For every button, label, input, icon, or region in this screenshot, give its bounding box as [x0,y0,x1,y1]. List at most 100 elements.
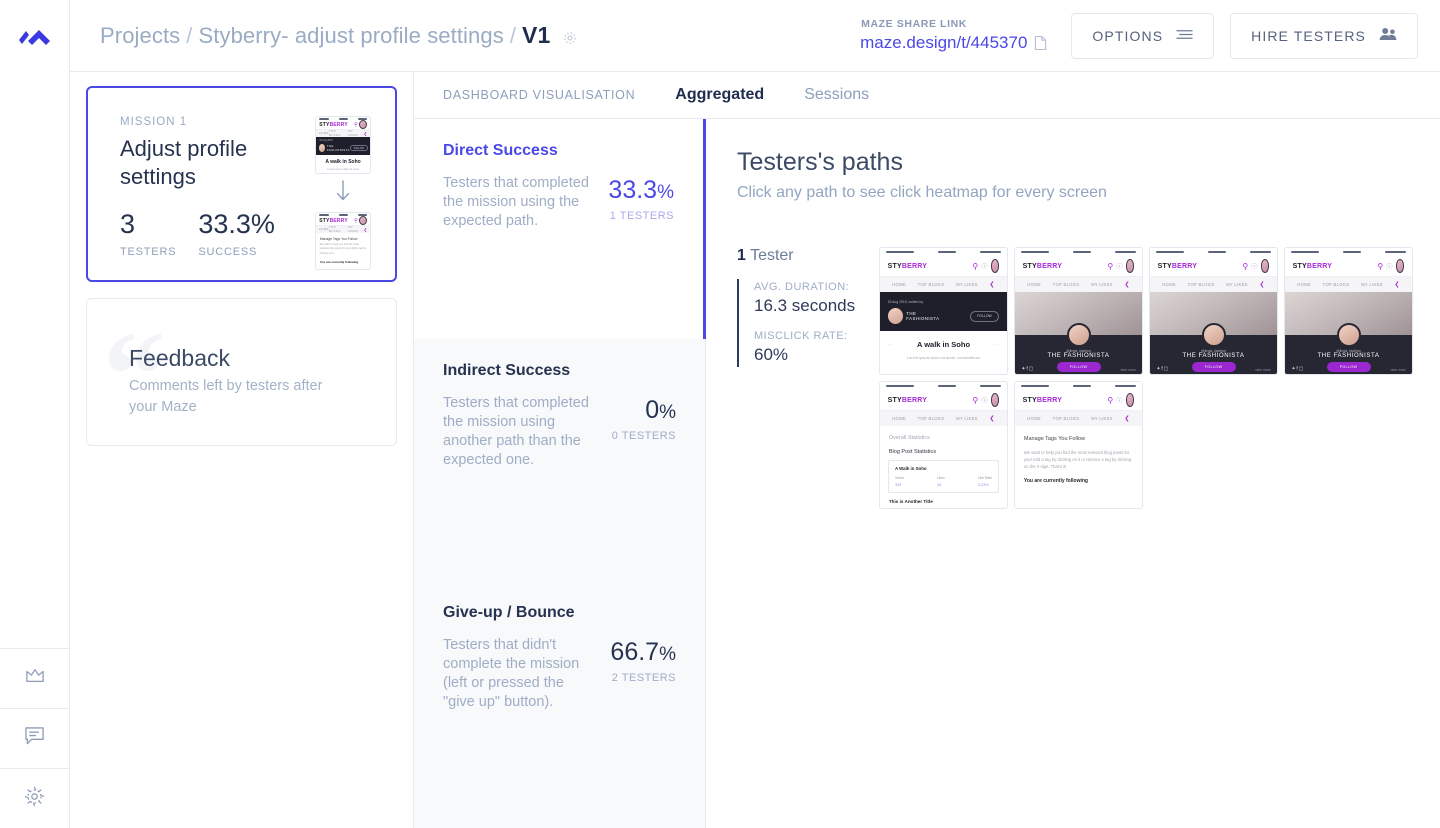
bucket-direct-success[interactable]: Direct Success Testers that completed th… [414,119,706,339]
view-more-link[interactable]: view more [1255,368,1270,372]
app-bar-icons: ⚲ ☉ [1242,259,1270,274]
quote-mark-icon: “ [103,306,165,443]
bucket-giveup-bounce[interactable]: Give-up / Bounce Testers that didn't com… [414,581,706,828]
missions-column: MISSION 1 Adjust profile settings 3 TEST… [70,72,414,828]
sidebar-item-settings[interactable] [0,768,70,828]
twitter-icon[interactable]: ✦ [1156,366,1160,372]
phone-status-bar [1015,382,1142,391]
app-bar-icons: ⚲ [354,120,367,130]
twitter-icon[interactable]: ✦ [1021,366,1025,372]
facebook-icon[interactable]: f [1161,366,1162,372]
chevron-left-icon[interactable]: ← [888,341,893,347]
path-screen-5[interactable]: STYBERRY ⚲ ☉ HOME TOP BLOGS MY LIKES ❮ O… [879,381,1008,509]
options-button[interactable]: OPTIONS [1071,12,1215,59]
stat-card[interactable]: A Walk in Soho Views 324 Likes 34 Like R… [887,459,1000,493]
search-icon: ⚲ [1242,261,1249,271]
follow-button[interactable]: FOLLOW [349,145,368,152]
bucket-row: Testers that completed the mission using… [443,174,674,231]
instagram-icon[interactable]: ▢ [1029,366,1034,372]
mission-success-label: SUCCESS [198,245,258,258]
app-bar-icons: ⚲ ☉ [1107,259,1135,274]
bucket-percent-value: 33.3 [608,176,658,204]
mission-thumbnail-end[interactable]: STYBERRY ⚲ HOME TOP BLOGS MY LIKES ❮ Man… [315,212,371,270]
bell-icon: ☉ [1115,395,1124,405]
sidebar-item-support[interactable] [0,708,70,768]
profile-avatar [1336,322,1361,347]
avg-duration-value: 16.3 seconds [754,296,856,315]
nav-home: HOME [892,282,906,288]
mission-testers-stat: 3 TESTERS [120,210,176,258]
tags-body: We want to help you find the most releva… [1023,449,1132,470]
post-date: 15 Aug 2015, written by [887,299,924,304]
search-icon: ⚲ [1107,395,1114,405]
nav-home: HOME [1027,416,1041,422]
path-screen-6[interactable]: STYBERRY ⚲ ☉ HOME TOP BLOGS MY LIKES ❮ M… [1014,381,1143,509]
sidebar-item-upgrade[interactable] [0,648,70,708]
twitter-icon[interactable]: ✦ [1291,366,1295,372]
nav-my-likes: MY LIKES [1226,282,1248,288]
version-settings-gear-icon[interactable] [562,30,578,46]
crown-icon [24,667,46,690]
path-screen-1[interactable]: STYBERRY ⚲ ☉ HOME TOP BLOGS MY LIKES ❮ 1… [879,247,1008,375]
feedback-title: Feedback [129,345,231,371]
phone-app-bar: STYBERRY ⚲ ☉ [1150,256,1277,277]
status-battery [1385,251,1406,254]
phone-content: @linda_fashion THE FASHIONISTA FOLLOW ✦ … [1285,292,1412,374]
view-more-link[interactable]: view more [1120,368,1135,372]
breadcrumb-projects[interactable]: Projects [100,23,180,49]
tab-sessions[interactable]: Sessions [804,86,869,104]
copy-icon[interactable] [1034,35,1047,51]
post-title: A walk in Soho [325,158,361,165]
maze-share-link: MAZE SHARE LINK maze.design/t/445370 [860,18,1047,53]
app-logo: STYBERRY [887,262,928,270]
facebook-icon[interactable]: f [1296,366,1297,372]
bucket-indirect-success[interactable]: Indirect Success Testers that completed … [414,339,706,581]
path-screen-4[interactable]: STYBERRY ⚲ ☉ HOME TOP BLOGS MY LIKES ❮ @… [1284,247,1413,375]
mission-thumbnail-start[interactable]: STYBERRY ⚲ HOME TOP BLOGS MY LIKES ❮ 15 … [315,116,371,174]
overall-statistics-heading: Overall Statistics [888,434,930,441]
breadcrumb-version[interactable]: V1 [522,22,550,49]
follow-button[interactable]: FOLLOW [969,310,1000,322]
tester-stats: AVG. DURATION: 16.3 seconds MISCLICK RAT… [737,279,879,367]
instagram-icon[interactable]: ▢ [1299,366,1304,372]
tab-aggregated[interactable]: Aggregated [675,86,764,104]
status-carrier [1291,251,1319,254]
bucket-description: Testers that completed the mission using… [443,175,589,230]
phone-status-bar [1285,248,1412,257]
profile-info: @linda_fashion THE FASHIONISTA FOLLOW ✦ … [1150,322,1277,374]
hire-testers-button[interactable]: HIRE TESTERS [1230,12,1418,59]
post-author: THE FASHIONISTA [887,308,949,325]
follow-button[interactable]: FOLLOW [1056,362,1101,373]
stat-rate-value: 0.23% [977,482,989,487]
search-icon: ⚲ [354,217,358,224]
path-screen-3[interactable]: STYBERRY ⚲ ☉ HOME TOP BLOGS MY LIKES ❮ @… [1149,247,1278,375]
phone-content: Overall Statistics Blog Post Statistics … [880,426,1007,508]
nav-top-blogs: TOP BLOGS [917,282,945,288]
nav-home: HOME [318,131,329,136]
mission-card[interactable]: MISSION 1 Adjust profile settings 3 TEST… [86,86,397,282]
chevron-left-icon: ❮ [363,226,368,232]
avatar [990,259,1000,274]
app-bar-icons: ⚲ ☉ [972,393,1000,408]
bucket-row: Testers that didn't complete the mission… [443,636,676,713]
hire-testers-button-label: HIRE TESTERS [1251,27,1366,44]
search-icon: ⚲ [972,395,979,405]
share-link-url: maze.design/t/445370 [860,33,1028,52]
bell-icon: ☉ [1385,261,1394,271]
breadcrumb-project[interactable]: Styberry- adjust profile settings [199,23,504,49]
phone-app-bar: STYBERRY ⚲ ☉ [1015,256,1142,277]
share-link-value[interactable]: maze.design/t/445370 [860,33,1047,53]
arrow-down-icon [335,180,351,206]
app-bar-icons: ⚲ ☉ [1377,259,1405,274]
phone-content: @linda_fashion THE FASHIONISTA FOLLOW ✦ … [1150,292,1277,374]
follow-button[interactable]: FOLLOW [1326,362,1371,373]
maze-logo-icon[interactable] [0,0,70,72]
path-screen-2[interactable]: STYBERRY ⚲ ☉ HOME TOP BLOGS MY LIKES ❮ @… [1014,247,1143,375]
status-battery [1115,251,1136,254]
chevron-right-icon[interactable]: → [994,341,999,347]
facebook-icon[interactable]: f [1026,366,1027,372]
instagram-icon[interactable]: ▢ [1164,366,1169,372]
follow-button[interactable]: FOLLOW [1191,362,1236,373]
feedback-card[interactable]: “ Feedback Comments left by testers afte… [86,298,397,446]
view-more-link[interactable]: view more [1390,368,1405,372]
